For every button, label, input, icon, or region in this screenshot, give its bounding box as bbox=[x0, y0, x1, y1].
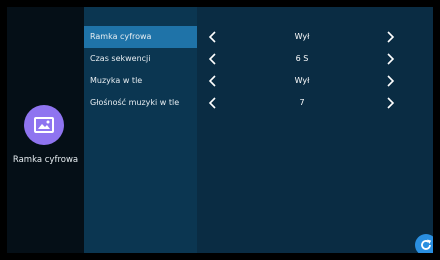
refresh-icon[interactable] bbox=[415, 234, 433, 253]
settings-menu: Ramka cyfrowa Czas sekwencji Muzyka w tl… bbox=[84, 7, 197, 253]
value-text: 6 S bbox=[295, 54, 309, 63]
sidebar: Ramka cyfrowa bbox=[7, 7, 84, 253]
menu-item-glosnosc-muzyki[interactable]: Głośność muzyki w tle bbox=[84, 92, 197, 114]
settings-values: Wył 6 S Wył 7 bbox=[197, 7, 433, 253]
value-text: Wył bbox=[294, 32, 310, 41]
chevron-right-icon[interactable] bbox=[384, 30, 398, 44]
value-row: 7 bbox=[197, 92, 433, 114]
menu-item-muzyka-w-tle[interactable]: Muzyka w tle bbox=[84, 70, 197, 92]
chevron-right-icon[interactable] bbox=[384, 96, 398, 110]
value-row: 6 S bbox=[197, 48, 433, 70]
sidebar-label: Ramka cyfrowa bbox=[12, 155, 79, 165]
value-text: 7 bbox=[299, 98, 305, 107]
menu-item-ramka-cyfrowa[interactable]: Ramka cyfrowa bbox=[84, 26, 197, 48]
chevron-right-icon[interactable] bbox=[384, 74, 398, 88]
value-row: Wył bbox=[197, 26, 433, 48]
screen: Ramka cyfrowa Ramka cyfrowa Czas sekwenc… bbox=[7, 7, 433, 253]
menu-item-czas-sekwencji[interactable]: Czas sekwencji bbox=[84, 48, 197, 70]
chevron-left-icon[interactable] bbox=[205, 74, 219, 88]
chevron-left-icon[interactable] bbox=[205, 96, 219, 110]
value-row: Wył bbox=[197, 70, 433, 92]
chevron-right-icon[interactable] bbox=[384, 52, 398, 66]
picture-frame-icon[interactable] bbox=[24, 105, 64, 145]
chevron-left-icon[interactable] bbox=[205, 52, 219, 66]
chevron-left-icon[interactable] bbox=[205, 30, 219, 44]
value-text: Wył bbox=[294, 76, 310, 85]
